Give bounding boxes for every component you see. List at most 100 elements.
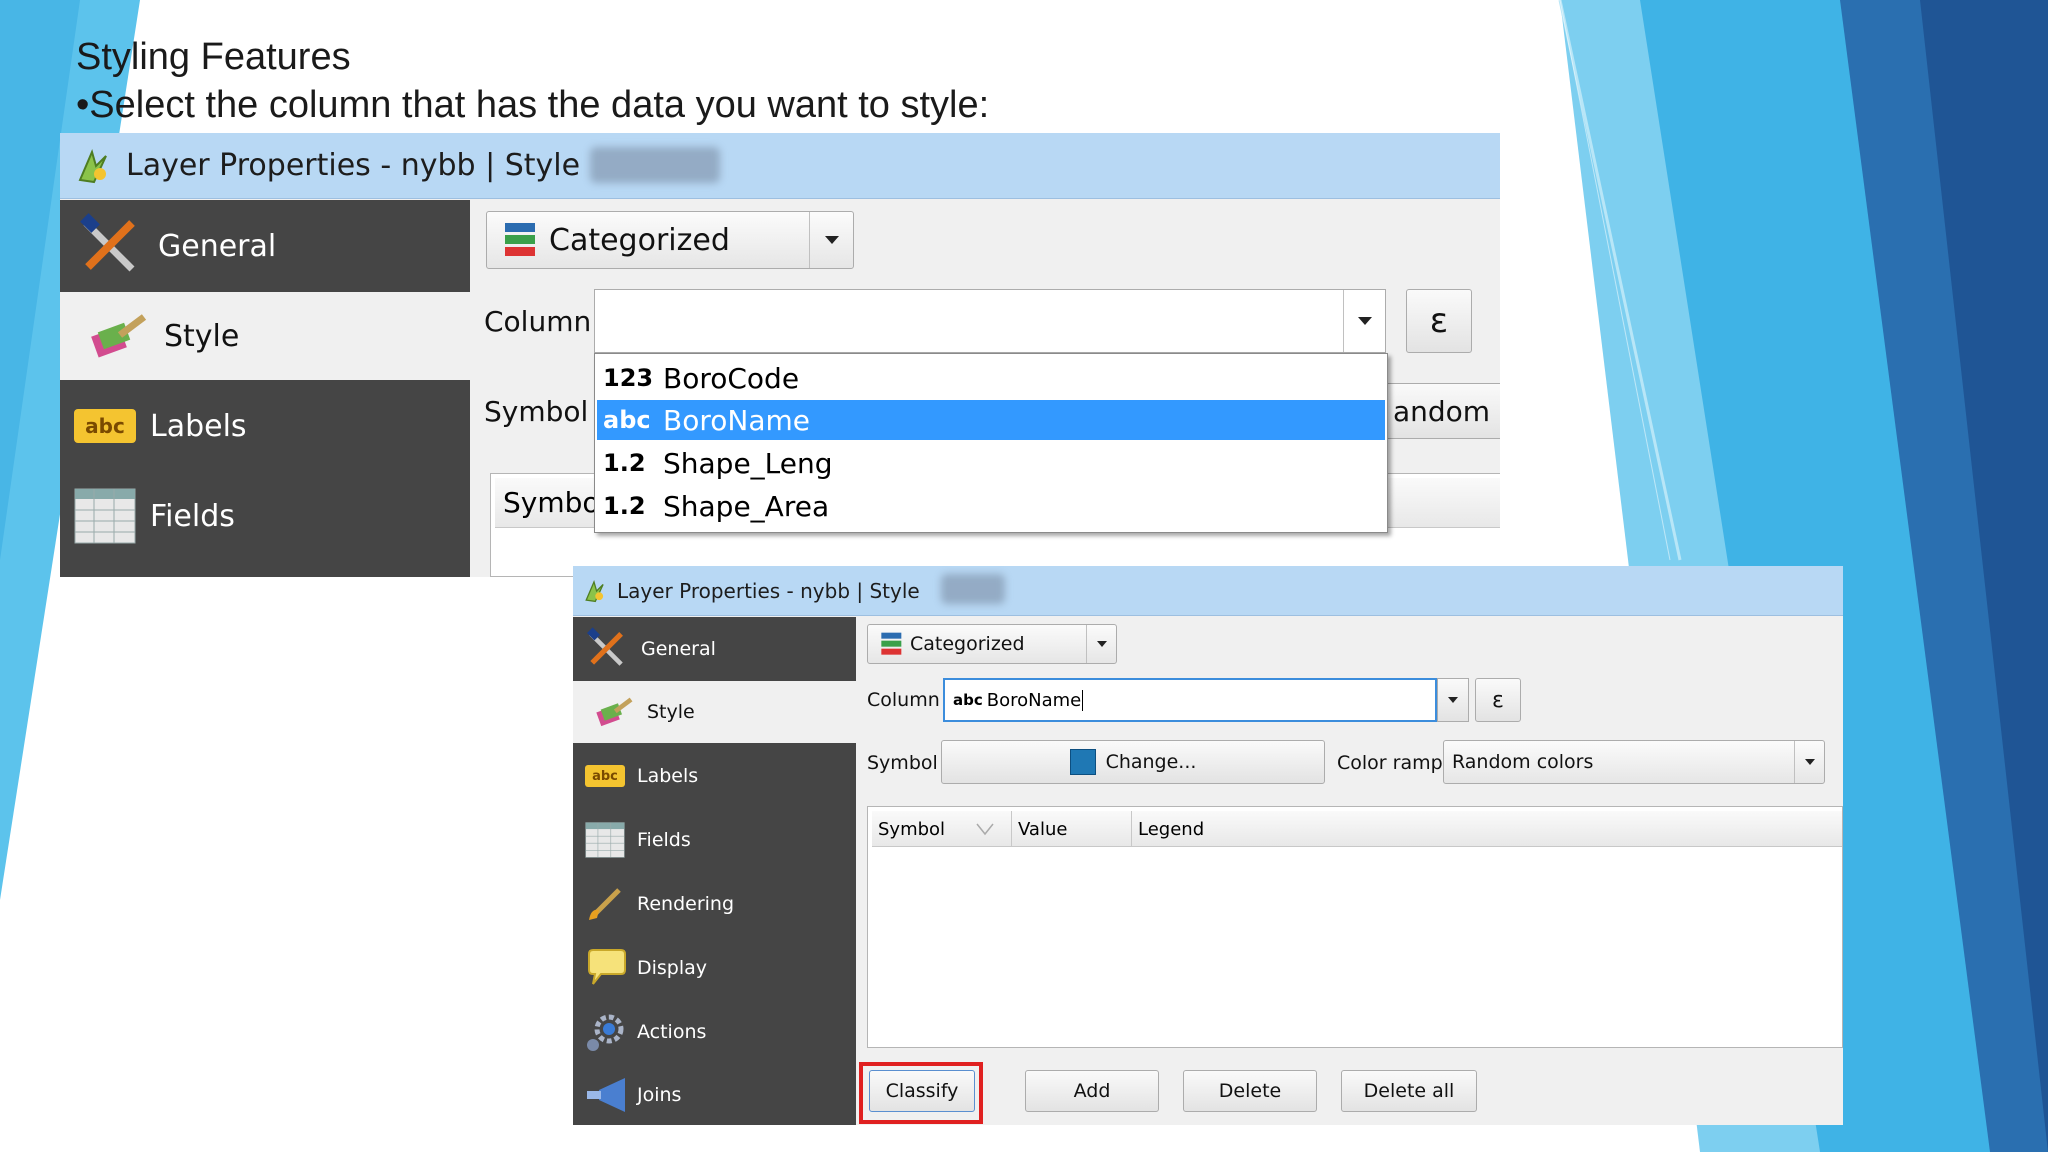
sidebar-item-label: Labels: [150, 408, 247, 444]
renderer-combo[interactable]: Categorized: [867, 624, 1117, 664]
layer-properties-dialog-zoomed: Layer Properties - nybb | Style General …: [60, 133, 1500, 577]
header-label: Legend: [1138, 818, 1205, 840]
symbol-color-swatch: [1069, 749, 1096, 775]
column-label: Column: [867, 689, 940, 711]
color-ramp-value: Random colors: [1452, 751, 1594, 773]
add-button[interactable]: Add: [1025, 1070, 1159, 1112]
expression-button[interactable]: ε: [1406, 289, 1472, 353]
slide: Styling Features •Select the column that…: [0, 0, 2048, 1152]
sidebar-item-label: General: [158, 228, 277, 264]
symbol-label: Symbol: [867, 752, 938, 774]
renderer-value: Categorized: [910, 633, 1025, 655]
sort-indicator-icon: [976, 823, 994, 836]
dropdown-option[interactable]: 1.2 Shape_Leng: [597, 443, 1385, 483]
sidebar-item-fields[interactable]: Fields: [573, 809, 856, 871]
chevron-down-icon[interactable]: [1086, 625, 1116, 663]
sidebar-item-labels[interactable]: abc Labels: [573, 745, 856, 807]
chevron-down-icon[interactable]: [1794, 741, 1824, 783]
labels-abc-icon: abc: [74, 409, 136, 443]
slide-title: Styling Features: [76, 36, 351, 78]
sidebar-item-label: Fields: [637, 829, 691, 851]
sidebar-item-general[interactable]: General: [573, 619, 856, 679]
labels-abc-icon: abc: [585, 765, 625, 787]
field-type-tag: 123: [603, 364, 654, 392]
field-type-tag: abc: [953, 691, 983, 709]
sidebar: General Style abc Labels Fields: [60, 200, 470, 577]
table-icon: [585, 822, 625, 858]
brush-icon: [589, 888, 621, 920]
window-title: Layer Properties - nybb | Style: [126, 148, 581, 183]
sidebar-item-style[interactable]: Style: [60, 292, 470, 380]
sidebar-item-labels[interactable]: abc Labels: [60, 382, 470, 470]
field-type-tag: 1.2: [603, 449, 646, 477]
column-dropdown-toggle[interactable]: [1437, 678, 1469, 722]
sidebar-item-label: General: [641, 638, 716, 660]
sidebar-item-label: Style: [647, 701, 695, 723]
table-header-symbol[interactable]: Symbol: [872, 811, 1012, 847]
renderer-value: Categorized: [549, 222, 730, 258]
sidebar-item-display[interactable]: Display: [573, 937, 856, 999]
column-combo[interactable]: [594, 289, 1386, 353]
column-dropdown-list: 123 BoroCode abc BoroName 1.2 Shape_Leng…: [594, 353, 1388, 533]
field-type-tag: 1.2: [603, 492, 646, 520]
sidebar-item-label: Labels: [637, 765, 699, 787]
color-ramp-combo-partial[interactable]: andom c: [1380, 383, 1500, 439]
tools-icon: [80, 213, 135, 272]
chevron-down-icon: [1448, 697, 1458, 703]
sidebar-item-label: Rendering: [637, 893, 735, 915]
sidebar-item-label: Joins: [637, 1084, 682, 1106]
chevron-down-icon[interactable]: [1343, 290, 1385, 352]
table-header: Symbol Value Legend: [872, 811, 1842, 847]
table-icon: [74, 488, 136, 544]
blurred-title-region: [941, 574, 1005, 604]
field-name: BoroCode: [663, 361, 800, 395]
window-title: Layer Properties - nybb | Style: [617, 578, 920, 603]
title-bar: Layer Properties - nybb | Style: [60, 133, 1500, 199]
expression-button[interactable]: ε: [1475, 678, 1521, 722]
color-ramp-combo[interactable]: Random colors: [1443, 740, 1825, 784]
field-name: BoroName: [663, 403, 810, 437]
sidebar-item-rendering[interactable]: Rendering: [573, 873, 856, 935]
sidebar-item-actions[interactable]: Actions: [573, 1001, 856, 1063]
classify-button[interactable]: Classify: [869, 1070, 975, 1112]
categorized-icon: [505, 223, 535, 256]
join-icon: [587, 1078, 625, 1112]
sidebar-item-label: Fields: [150, 498, 235, 534]
change-symbol-button[interactable]: Change...: [941, 740, 1325, 784]
paintbrush-icon: [596, 697, 633, 727]
column-label: Column: [484, 305, 592, 338]
tools-icon: [587, 627, 623, 666]
blurred-title-region: [590, 147, 720, 183]
qgis-logo-icon: [78, 148, 107, 183]
sidebar-item-general[interactable]: General: [60, 202, 470, 290]
categories-table: Symbol Value Legend: [867, 806, 1843, 1048]
dropdown-option[interactable]: 123 BoroCode: [597, 358, 1385, 398]
color-ramp-label: Color ramp: [1337, 752, 1443, 774]
sidebar-item-label: Style: [164, 318, 240, 354]
categorized-icon: [881, 632, 902, 655]
table-header-legend[interactable]: Legend: [1132, 811, 1842, 847]
layer-properties-dialog: Layer Properties - nybb | Style General …: [573, 566, 1843, 1125]
sidebar-item-joins[interactable]: Joins: [573, 1065, 856, 1125]
table-header-symbol[interactable]: Symbol: [503, 486, 607, 519]
title-bar: Layer Properties - nybb | Style: [573, 566, 1843, 616]
sidebar-item-label: Display: [637, 957, 708, 979]
dropdown-option[interactable]: 1.2 Shape_Area: [597, 486, 1385, 526]
column-value: BoroName: [986, 689, 1084, 711]
chevron-down-icon[interactable]: [809, 212, 853, 268]
field-type-tag: abc: [603, 406, 651, 434]
table-header-value[interactable]: Value: [1012, 811, 1132, 847]
sidebar-item-fields[interactable]: Fields: [60, 472, 470, 560]
column-combo[interactable]: abc BoroName: [943, 678, 1437, 722]
color-ramp-partial-text: andom c: [1393, 394, 1500, 428]
dropdown-option-selected[interactable]: abc BoroName: [597, 400, 1385, 440]
header-label: Symbol: [878, 818, 946, 840]
renderer-combo[interactable]: Categorized: [486, 211, 854, 269]
delete-button[interactable]: Delete: [1183, 1070, 1317, 1112]
sidebar-item-label: Actions: [637, 1021, 707, 1043]
delete-all-button[interactable]: Delete all: [1341, 1070, 1477, 1112]
sidebar-item-style[interactable]: Style: [573, 681, 856, 743]
field-name: Shape_Leng: [663, 446, 833, 480]
sidebar: General Style abc Labels Fields: [573, 617, 856, 1125]
qgis-logo-icon: [585, 579, 604, 602]
